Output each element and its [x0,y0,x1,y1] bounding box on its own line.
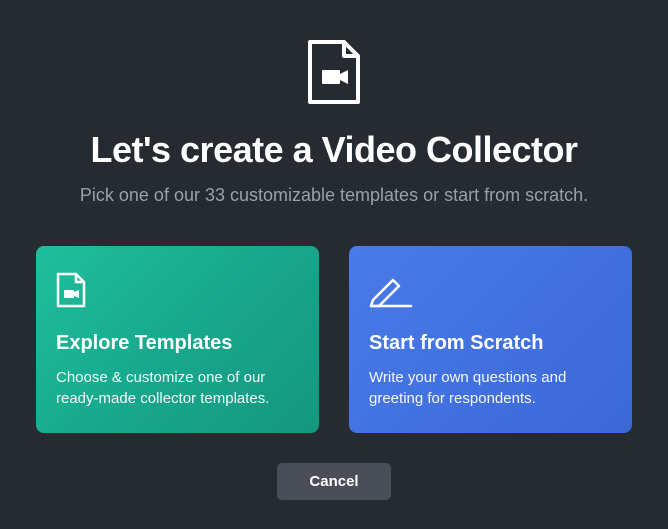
modal-container: Let's create a Video Collector Pick one … [0,0,668,529]
explore-templates-card[interactable]: Explore Templates Choose & customize one… [36,246,319,433]
card-title: Start from Scratch [369,332,612,355]
page-title: Let's create a Video Collector [90,129,577,171]
option-cards: Explore Templates Choose & customize one… [32,246,636,433]
card-description: Choose & customize one of our ready-made… [56,367,299,409]
cancel-button[interactable]: Cancel [277,463,390,500]
card-title: Explore Templates [56,332,299,355]
card-description: Write your own questions and greeting fo… [369,367,612,409]
template-document-icon [56,268,299,308]
video-document-icon [306,40,362,109]
page-subtitle: Pick one of our 33 customizable template… [80,185,588,206]
start-from-scratch-card[interactable]: Start from Scratch Write your own questi… [349,246,632,433]
pencil-icon [369,268,612,308]
